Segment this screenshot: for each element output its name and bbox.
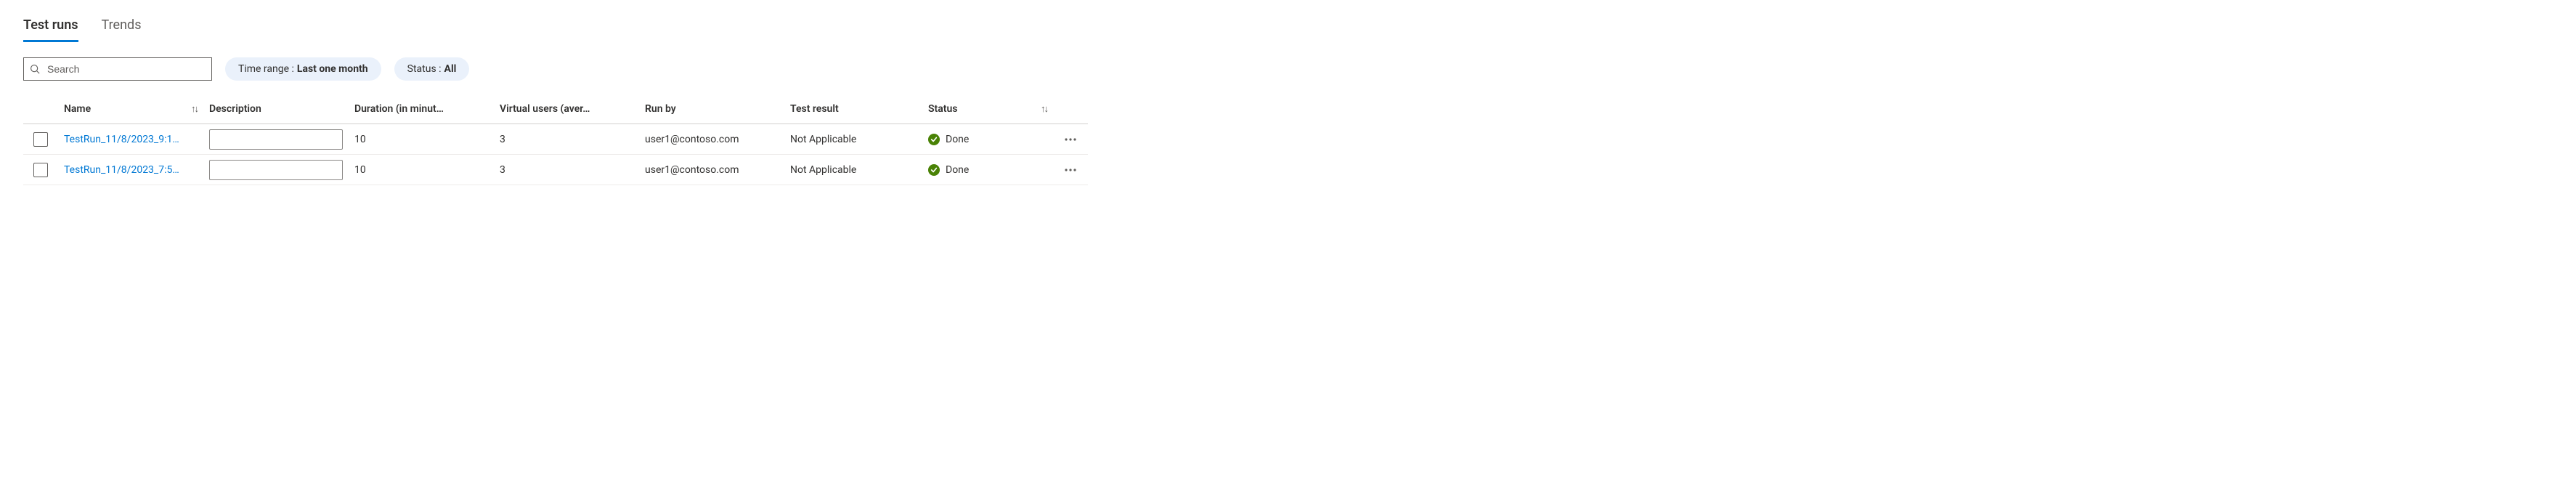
status-text: Done bbox=[946, 134, 969, 145]
col-test-result-label: Test result bbox=[790, 103, 839, 115]
row-checkbox[interactable] bbox=[33, 163, 48, 177]
col-virtual-users-label: Virtual users (aver… bbox=[500, 103, 590, 115]
row-virtual-users-cell: 3 bbox=[494, 124, 639, 155]
row-checkbox[interactable] bbox=[33, 132, 48, 147]
row-status-cell: Done bbox=[922, 124, 1053, 155]
test-run-link[interactable]: TestRun_11/8/2023_7:5… bbox=[64, 164, 179, 176]
row-test-result-cell: Not Applicable bbox=[784, 155, 922, 185]
filter-status-label: Status : bbox=[407, 63, 442, 75]
row-status-cell: Done bbox=[922, 155, 1053, 185]
more-horizontal-icon bbox=[1065, 138, 1076, 141]
row-run-by-cell: user1@contoso.com bbox=[639, 124, 784, 155]
check-circle-icon bbox=[928, 134, 940, 145]
col-run-by[interactable]: Run by bbox=[639, 94, 784, 124]
row-name-cell: TestRun_11/8/2023_7:5… bbox=[58, 155, 203, 185]
sort-icon: ↑↓ bbox=[191, 103, 198, 115]
row-description-cell bbox=[203, 124, 349, 155]
search-icon bbox=[30, 64, 40, 74]
search-box[interactable] bbox=[23, 57, 212, 81]
row-actions-cell bbox=[1053, 124, 1088, 155]
row-name-cell: TestRun_11/8/2023_9:1… bbox=[58, 124, 203, 155]
col-actions bbox=[1053, 94, 1088, 124]
status-text: Done bbox=[946, 164, 969, 176]
col-virtual-users[interactable]: Virtual users (aver… bbox=[494, 94, 639, 124]
row-description-cell bbox=[203, 155, 349, 185]
col-run-by-label: Run by bbox=[645, 103, 676, 115]
col-name[interactable]: Name ↑↓ bbox=[58, 94, 203, 124]
filter-status[interactable]: Status : All bbox=[394, 57, 470, 81]
col-duration[interactable]: Duration (in minut… bbox=[349, 94, 494, 124]
row-duration-cell: 10 bbox=[349, 155, 494, 185]
search-input[interactable] bbox=[46, 62, 206, 76]
test-runs-table: Name ↑↓ Description Duration (in minut… … bbox=[23, 94, 2553, 185]
row-virtual-users-cell: 3 bbox=[494, 155, 639, 185]
filter-status-value: All bbox=[444, 63, 457, 75]
check-circle-icon bbox=[928, 164, 940, 176]
description-input[interactable] bbox=[209, 160, 343, 180]
col-status-label: Status bbox=[928, 103, 957, 115]
filter-time-range-label: Time range : bbox=[238, 63, 294, 75]
row-run-by-cell: user1@contoso.com bbox=[639, 155, 784, 185]
filter-time-range-value: Last one month bbox=[297, 63, 368, 75]
test-run-link[interactable]: TestRun_11/8/2023_9:1… bbox=[64, 134, 179, 145]
more-horizontal-icon bbox=[1065, 169, 1076, 171]
more-actions-button[interactable] bbox=[1059, 128, 1082, 151]
col-test-result[interactable]: Test result bbox=[784, 94, 922, 124]
col-name-label: Name bbox=[64, 103, 91, 115]
tab-trends[interactable]: Trends bbox=[102, 13, 142, 42]
row-checkbox-cell bbox=[23, 124, 58, 155]
row-checkbox-cell bbox=[23, 155, 58, 185]
col-description[interactable]: Description bbox=[203, 94, 349, 124]
col-duration-label: Duration (in minut… bbox=[354, 103, 444, 115]
row-actions-cell bbox=[1053, 155, 1088, 185]
col-checkbox bbox=[23, 94, 58, 124]
description-input[interactable] bbox=[209, 129, 343, 150]
tabs-bar: Test runs Trends bbox=[23, 13, 2553, 43]
row-duration-cell: 10 bbox=[349, 124, 494, 155]
col-status[interactable]: Status ↑↓ bbox=[922, 94, 1053, 124]
tab-test-runs[interactable]: Test runs bbox=[23, 13, 78, 42]
sort-icon: ↑↓ bbox=[1041, 103, 1047, 115]
more-actions-button[interactable] bbox=[1059, 158, 1082, 182]
filter-row: Time range : Last one month Status : All bbox=[23, 57, 2553, 81]
filter-time-range[interactable]: Time range : Last one month bbox=[225, 57, 381, 81]
col-description-label: Description bbox=[209, 103, 261, 115]
row-test-result-cell: Not Applicable bbox=[784, 124, 922, 155]
